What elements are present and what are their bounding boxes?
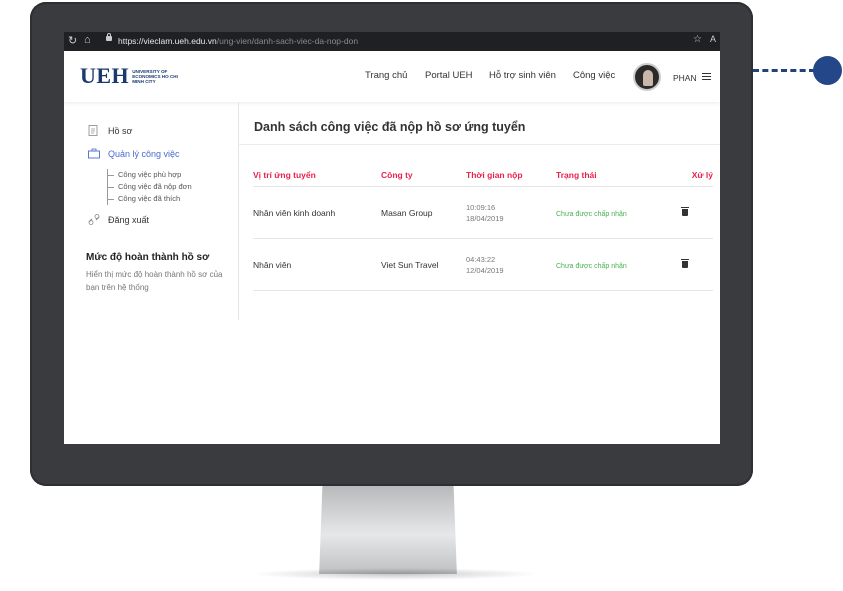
page-title: Danh sách công việc đã nộp hồ sơ ứng tuy… <box>254 120 526 134</box>
column-header-position: Vị trí ứng tuyển <box>253 164 381 187</box>
monitor-frame: ↻ ⌂ https://vieclam.ueh.edu.vn/ung-vien/… <box>30 2 753 486</box>
cell-company: Viet Sun Travel <box>381 238 466 291</box>
browser-screen: ↻ ⌂ https://vieclam.ueh.edu.vn/ung-vien/… <box>64 32 720 444</box>
job-submenu: Công việc phù hợp Công việc đã nộp đơn C… <box>107 169 192 205</box>
menu-home[interactable]: Trang chủ <box>365 70 407 81</box>
browser-toolbar: ↻ ⌂ https://vieclam.ueh.edu.vn/ung-vien/… <box>64 32 720 51</box>
submenu-applied-jobs[interactable]: Công việc đã nộp đơn <box>108 181 192 193</box>
sidebar-item-label: Quản lý công việc <box>108 148 180 159</box>
completion-description: Hiển thị mức độ hoàn thành hồ sơ của bạn… <box>86 270 223 292</box>
briefcase-icon <box>88 148 100 159</box>
url-path: /ung-vien/danh-sach-viec-da-nop-don <box>216 36 359 46</box>
status-badge: Chưa được chấp nhận <box>556 262 627 270</box>
logo-mark: UEH <box>80 63 130 88</box>
sidebar: Hồ sơ Quản lý công việc Công việc phù hợ… <box>64 102 239 320</box>
address-bar[interactable]: https://vieclam.ueh.edu.vn/ung-vien/danh… <box>118 36 358 46</box>
lock-icon <box>106 33 112 41</box>
completion-title: Mức độ hoàn thành hồ sơ <box>86 252 210 263</box>
table-header-row: Vị trí ứng tuyển Công ty Thời gian nộp T… <box>253 164 713 187</box>
dashed-connector <box>753 69 815 72</box>
cell-action <box>674 238 713 291</box>
submit-time: 04:43:22 <box>466 254 496 264</box>
reload-icon[interactable]: ↻ <box>68 34 77 47</box>
menu-jobs[interactable]: Công việc <box>573 70 615 81</box>
table-row: Nhân viên Viet Sun Travel 04:43:22 12/04/… <box>253 238 713 291</box>
table-row: Nhân viên kinh doanh Masan Group 10:09:1… <box>253 186 713 239</box>
home-icon[interactable]: ⌂ <box>84 34 91 46</box>
hamburger-menu-icon[interactable] <box>702 73 711 80</box>
submit-time: 10:09:16 <box>466 202 496 212</box>
trash-icon[interactable] <box>681 206 689 216</box>
user-name[interactable]: PHAN <box>673 73 697 83</box>
cell-status: Chưa được chấp nhận <box>556 238 674 291</box>
column-header-time: Thời gian nộp <box>466 164 556 187</box>
star-icon[interactable]: ☆ <box>693 34 702 45</box>
url-host: https://vieclam.ueh.edu.vn <box>118 36 217 46</box>
menu-student-support[interactable]: Hỗ trợ sinh viên <box>489 70 556 81</box>
stand-shadow <box>250 568 540 580</box>
applied-jobs-table: Vị trí ứng tuyển Công ty Thời gian nộp T… <box>253 164 713 291</box>
trash-icon[interactable] <box>681 258 689 268</box>
ueh-logo[interactable]: UEH UNIVERSITY OF ECONOMICS HO CHI MINH … <box>80 65 180 87</box>
column-header-action: Xử lý <box>674 164 713 187</box>
monitor-stand <box>319 486 457 574</box>
site-header: UEH UNIVERSITY OF ECONOMICS HO CHI MINH … <box>64 51 720 102</box>
submit-date: 18/04/2019 <box>466 213 504 223</box>
unlink-icon <box>88 214 100 225</box>
column-header-company: Công ty <box>381 164 466 187</box>
cell-time: 04:43:22 12/04/2019 <box>466 238 556 291</box>
sidebar-item-label: Hồ sơ <box>108 125 133 136</box>
status-badge: Chưa được chấp nhận <box>556 210 627 218</box>
cell-action <box>674 186 713 239</box>
sidebar-item-profile[interactable]: Hồ sơ <box>88 125 132 136</box>
sidebar-item-logout[interactable]: Đăng xuất <box>88 214 149 225</box>
column-header-status: Trạng thái <box>556 164 674 187</box>
cell-position[interactable]: Nhân viên <box>253 238 381 291</box>
document-icon <box>88 125 98 136</box>
sidebar-item-job-management[interactable]: Quản lý công việc <box>88 148 180 159</box>
submenu-liked-jobs[interactable]: Công việc đã thích <box>108 193 192 205</box>
cell-company: Masan Group <box>381 186 466 239</box>
logo-subtitle: UNIVERSITY OF ECONOMICS HO CHI MINH CITY <box>132 68 178 84</box>
menu-portal-ueh[interactable]: Portal UEH <box>425 70 473 81</box>
submit-date: 12/04/2019 <box>466 265 504 275</box>
marker-dot <box>813 56 842 85</box>
divider <box>238 144 720 145</box>
cell-status: Chưa được chấp nhận <box>556 186 674 239</box>
cell-position[interactable]: Nhân viên kinh doanh <box>253 186 381 239</box>
avatar[interactable] <box>633 63 661 91</box>
cell-time: 10:09:16 18/04/2019 <box>466 186 556 239</box>
extension-icon[interactable]: A <box>710 34 716 44</box>
sidebar-item-label: Đăng xuất <box>108 214 150 225</box>
submenu-suitable-jobs[interactable]: Công việc phù hợp <box>108 169 192 181</box>
